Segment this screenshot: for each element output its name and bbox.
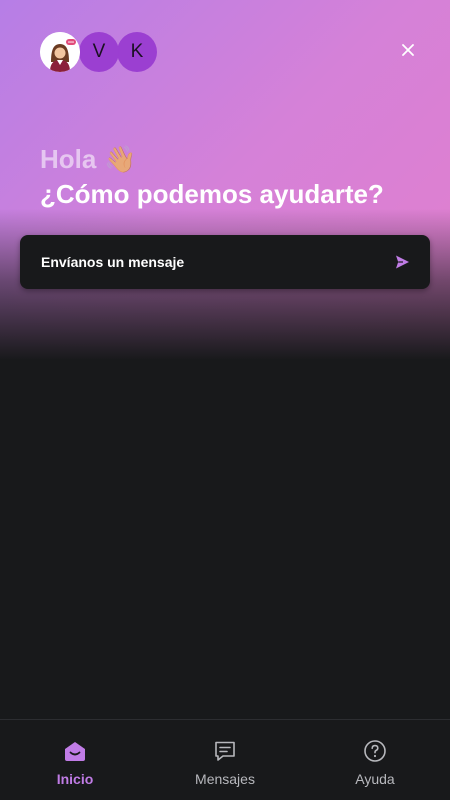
send-message-button[interactable]: Envíanos un mensaje bbox=[20, 235, 430, 289]
help-icon bbox=[364, 740, 386, 762]
avatar-initial-k: K bbox=[130, 41, 144, 62]
close-button[interactable] bbox=[396, 38, 420, 62]
greeting-question: ¿Cómo podemos ayudarte? bbox=[40, 179, 384, 209]
nav-item-mensajes[interactable]: Mensajes bbox=[150, 720, 300, 787]
wave-icon: 👋 bbox=[104, 144, 137, 174]
avatar-v: V bbox=[79, 32, 119, 72]
nav-item-ayuda[interactable]: Ayuda bbox=[300, 720, 450, 787]
greeting: Hola 👋 ¿Cómo podemos ayudarte? bbox=[40, 142, 384, 212]
send-icon bbox=[396, 255, 409, 269]
close-icon bbox=[402, 44, 414, 56]
nav-item-inicio[interactable]: Inicio bbox=[0, 720, 150, 787]
greeting-hello: Hola bbox=[40, 144, 97, 174]
bottom-nav: Inicio Mensajes Ayuda bbox=[0, 719, 450, 800]
nav-label-ayuda: Ayuda bbox=[355, 771, 395, 787]
agent-avatar-icon bbox=[40, 32, 80, 72]
send-message-label: Envíanos un mensaje bbox=[41, 254, 185, 270]
avatar-initial-v: V bbox=[92, 41, 106, 62]
greeting-hello-row: Hola 👋 bbox=[40, 142, 384, 176]
messages-icon bbox=[215, 741, 235, 761]
avatar-photo bbox=[40, 32, 80, 72]
nav-label-inicio: Inicio bbox=[56, 771, 94, 787]
nav-label-mensajes: Mensajes bbox=[195, 771, 255, 787]
home-icon bbox=[65, 742, 85, 761]
avatar-k: K bbox=[117, 32, 157, 72]
